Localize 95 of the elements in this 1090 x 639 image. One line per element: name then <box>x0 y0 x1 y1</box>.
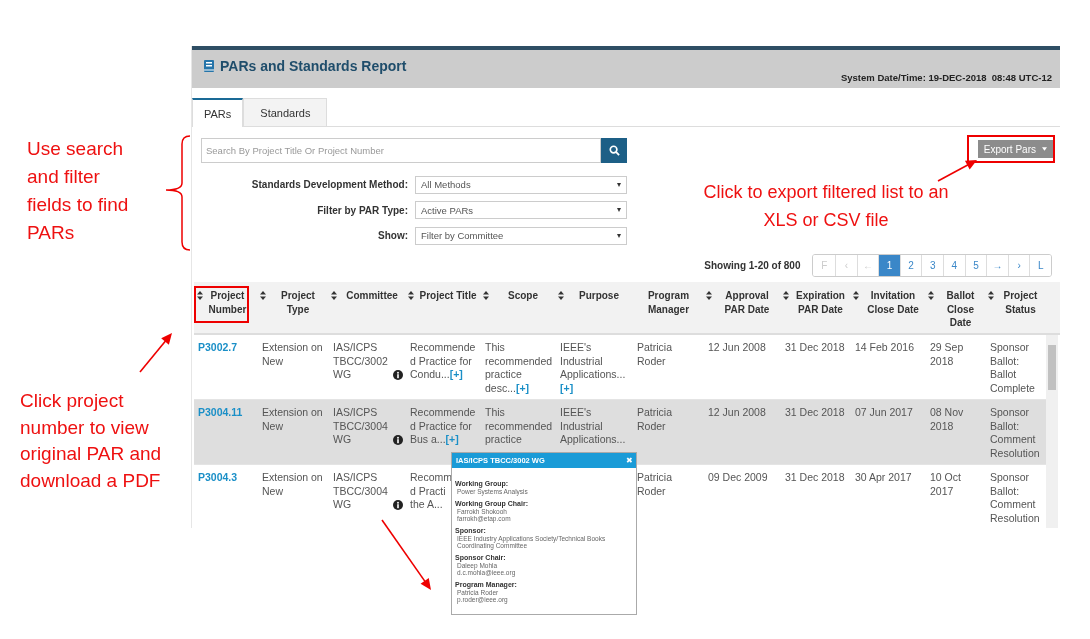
cell-text: 07 Jun 2017 <box>855 406 913 418</box>
column-header[interactable]: Scope <box>492 289 554 303</box>
sort-icon[interactable] <box>260 291 266 300</box>
column-header[interactable]: Invitation Close Date <box>862 289 924 316</box>
cell-text: 08 Nov 2018 <box>930 406 964 432</box>
project-number-link[interactable]: P3004.3 <box>198 471 238 483</box>
column-header[interactable]: Expiration PAR Date <box>792 289 849 316</box>
cell-text: Patricia Roder <box>637 341 672 367</box>
filter-dropdown[interactable]: All Methods <box>415 175 627 194</box>
cell-text: Sponsor Ballot: Comment Resolution <box>990 471 1040 525</box>
cell-text: IEEE's Industrial Applications... <box>560 406 626 446</box>
scrollbar-thumb[interactable] <box>1048 345 1056 390</box>
cell-text: 09 Dec 2009 <box>708 471 768 483</box>
search-field[interactable]: Search By Project Title Or Project Number <box>201 138 601 163</box>
filter-label: Show: <box>377 230 408 242</box>
committee-name: IAS/ICPS TBCC/3004 WG <box>333 406 389 448</box>
tab[interactable]: Standards <box>243 98 328 126</box>
sort-icon[interactable] <box>331 291 337 300</box>
column-header[interactable]: Program Manager <box>635 289 702 316</box>
export-button[interactable]: Export Pars <box>977 140 1053 158</box>
cell-text: IEEE's Industrial Applications... [+] <box>560 341 626 395</box>
caret-icon <box>1042 147 1047 151</box>
cell-text: 12 Jun 2008 <box>708 341 766 353</box>
column-header[interactable]: Approval PAR Date <box>715 289 779 316</box>
cell-text: 29 Sep 2018 <box>930 341 964 367</box>
cell-text: Recommended Practice for Condu...[+] <box>410 341 476 381</box>
cell-text: Extension on New <box>262 406 323 432</box>
cell-text: 30 Apr 2017 <box>855 471 912 483</box>
cell-text: Recommended Practice for Bus a...[+] <box>410 406 476 446</box>
cell-text: the A... <box>410 498 443 511</box>
table-row[interactable] <box>194 400 1046 465</box>
info-icon[interactable] <box>393 370 403 381</box>
sort-icon[interactable] <box>988 291 994 300</box>
cell-text: 14 Feb 2016 <box>855 341 914 353</box>
expand-link[interactable]: [+] <box>449 368 463 381</box>
cell-text: d Practi <box>410 484 446 497</box>
expand-link[interactable]: [+] <box>515 382 530 395</box>
cell-text: 12 Jun 2008 <box>708 406 766 418</box>
cell-text: Recomm <box>410 471 452 483</box>
results-summary: Showing 1-20 of 800 <box>704 259 801 271</box>
filter-dropdown[interactable]: Filter by Committee <box>415 226 627 245</box>
page-button[interactable]: 1 <box>878 254 900 276</box>
cell-text: This recommended practice <box>485 406 553 446</box>
filter-label: Filter by PAR Type: <box>316 204 408 216</box>
cell-text: 10 Oct 2017 <box>930 471 961 497</box>
info-icon[interactable] <box>393 500 403 511</box>
cell-text: 31 Dec 2018 <box>785 471 845 483</box>
column-header[interactable]: Ballot Close Date <box>937 289 984 330</box>
page-button[interactable]: L <box>1029 254 1051 276</box>
sort-icon[interactable] <box>706 291 712 300</box>
column-header[interactable]: Purpose <box>567 289 631 303</box>
system-time: System Date/Time: 19-DEC-2018 08:48 UTC-12 <box>840 72 1052 83</box>
sort-icon[interactable] <box>783 291 789 300</box>
sort-icon[interactable] <box>197 291 203 300</box>
column-header[interactable]: Project Number <box>206 289 249 316</box>
committee-name: IAS/ICPS TBCC/3004 WG <box>333 471 389 513</box>
column-header[interactable]: Project Status <box>997 289 1044 316</box>
annotation-note: Use search and filter fields to find PARs <box>27 137 130 245</box>
column-header[interactable]: Committee <box>340 289 404 303</box>
cell-text: 31 Dec 2018 <box>785 406 845 418</box>
annotation-note: Click project number to view original PAR and download a PDF <box>20 389 163 493</box>
cell-text: Sponsor Ballot: Comment Resolution <box>990 406 1040 460</box>
cell-text: This recommended practice desc...[+] <box>485 341 553 395</box>
tab[interactable]: PARs <box>192 98 244 127</box>
cell-text: Patricia Roder <box>637 471 672 497</box>
close-button[interactable]: ✖ <box>626 456 633 465</box>
info-icon[interactable] <box>393 435 403 446</box>
book-icon <box>204 60 214 72</box>
sort-icon[interactable] <box>483 291 489 300</box>
annotation-note: Click to export filtered list to an XLS or CSV file <box>702 181 950 232</box>
arrow <box>381 519 431 590</box>
cell-text: Sponsor Ballot: Ballot Complete <box>990 341 1035 395</box>
expand-link[interactable]: [+] <box>560 382 574 395</box>
cell-text: Extension on New <box>262 471 323 497</box>
filter-label: Standards Development Method: <box>250 179 408 191</box>
cell-text: Patricia Roder <box>637 406 672 432</box>
column-header[interactable]: Project Type <box>269 289 327 316</box>
project-number-link[interactable]: P3004.11 <box>198 406 243 418</box>
search-icon <box>608 145 620 156</box>
sort-icon[interactable] <box>853 291 859 300</box>
sort-icon[interactable] <box>408 291 414 300</box>
scrollbar[interactable] <box>1046 335 1058 528</box>
project-number-link[interactable]: P3002.7 <box>198 341 238 353</box>
cell-text: Extension on New <box>262 341 323 367</box>
search-button[interactable] <box>601 138 627 163</box>
filter-dropdown[interactable]: Active PARs <box>415 201 627 220</box>
sort-icon[interactable] <box>928 291 934 300</box>
cell-text: 31 Dec 2018 <box>785 341 845 353</box>
arrow <box>139 333 172 373</box>
committee-name: IAS/ICPS TBCC/3002 WG <box>333 341 389 383</box>
column-header[interactable]: Project Title <box>417 289 479 303</box>
highlight-box <box>194 286 249 323</box>
page-title: PARs and Standards Report <box>220 58 407 74</box>
arrow <box>937 160 977 182</box>
sort-icon[interactable] <box>558 291 564 300</box>
